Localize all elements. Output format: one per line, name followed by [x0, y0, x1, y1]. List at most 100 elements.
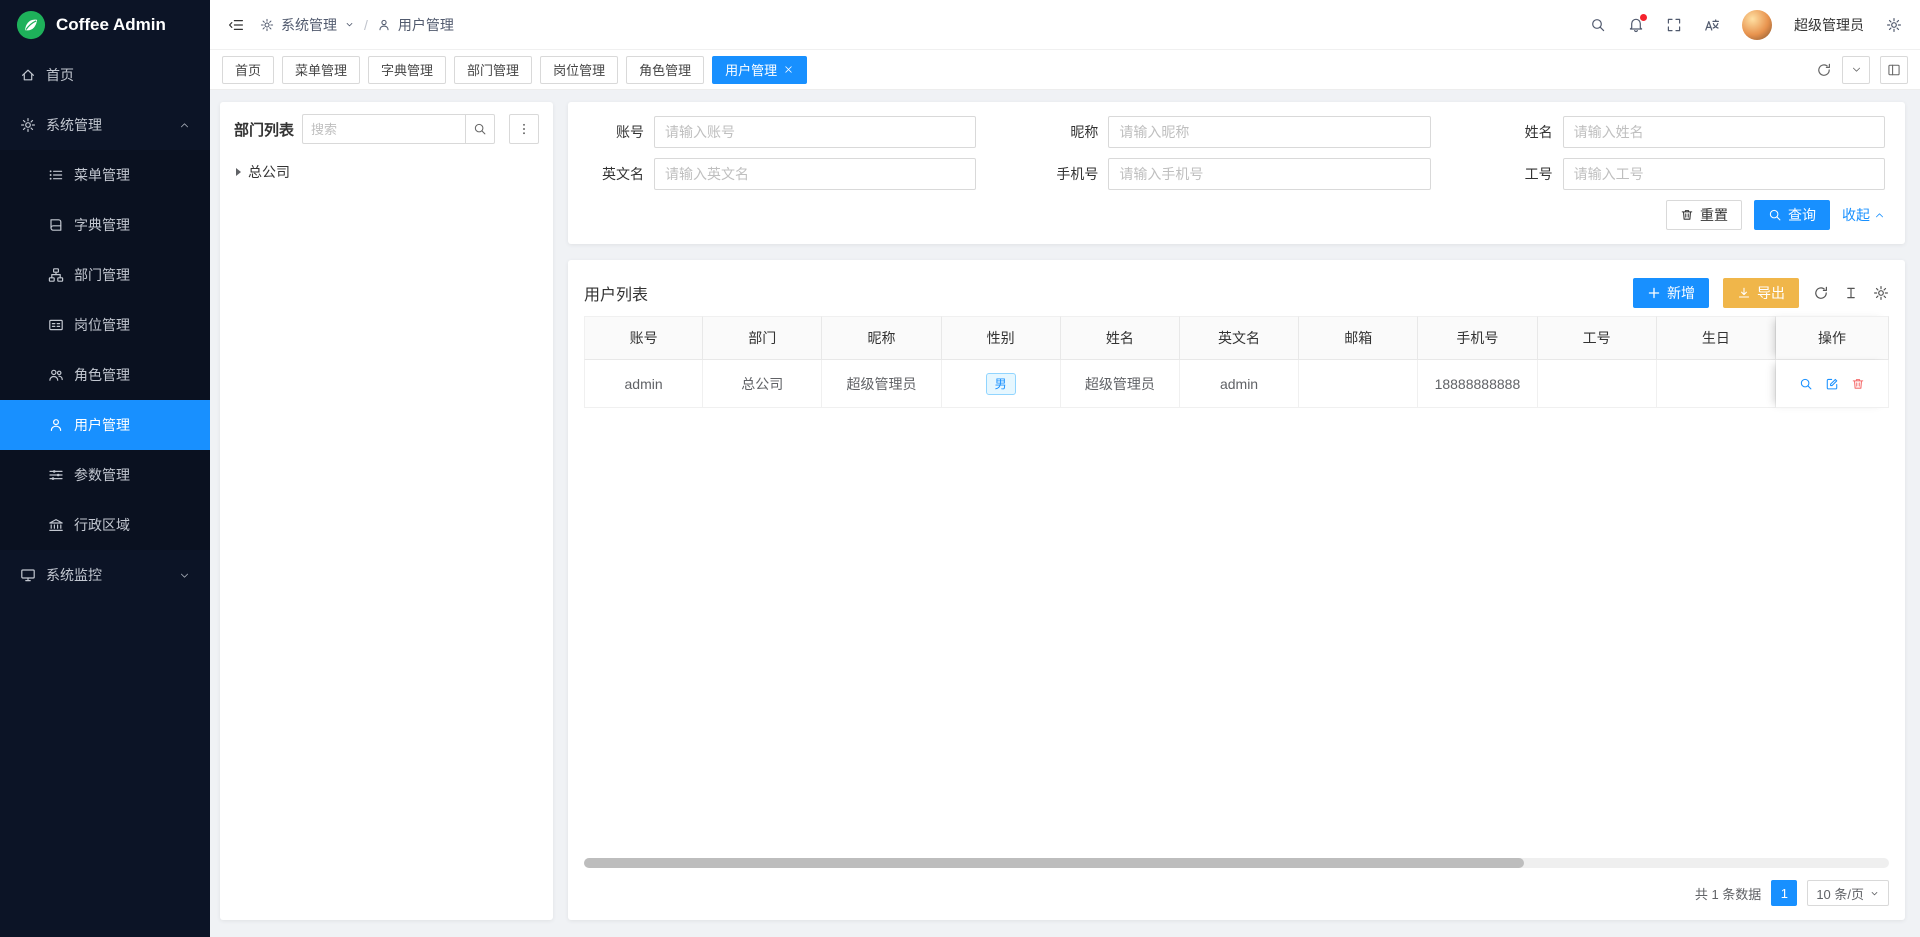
cell-phone: 18888888888: [1418, 360, 1537, 408]
chevron-up-icon: [179, 120, 190, 131]
tab-dict-management[interactable]: 字典管理: [368, 56, 446, 84]
tab-dept-management[interactable]: 部门管理: [454, 56, 532, 84]
cell-birthday: [1657, 360, 1776, 408]
user-icon: [48, 417, 64, 433]
search-icon: [473, 122, 487, 136]
page-number-button[interactable]: 1: [1771, 880, 1797, 906]
tab-label: 首页: [235, 60, 261, 79]
sidebar-item-dept-management[interactable]: 部门管理: [0, 250, 210, 300]
filter-grid: 账号 昵称 姓名 英文名: [582, 116, 1885, 190]
filter-field-work-id: 工号: [1491, 158, 1885, 190]
filter-field-name: 姓名: [1491, 116, 1885, 148]
tab-menu-management[interactable]: 菜单管理: [282, 56, 360, 84]
department-search-input[interactable]: [302, 114, 465, 144]
tab-user-management[interactable]: 用户管理: [712, 56, 807, 84]
refresh-icon[interactable]: [1816, 62, 1832, 78]
edit-icon: [1825, 377, 1839, 391]
sidebar-item-user-management[interactable]: 用户管理: [0, 400, 210, 450]
chevron-down-icon: [179, 570, 190, 581]
notification-button[interactable]: [1628, 17, 1644, 33]
nickname-input[interactable]: [1108, 116, 1430, 148]
translate-icon[interactable]: [1704, 17, 1720, 33]
reset-button-label: 重置: [1700, 205, 1728, 225]
table-row: admin 总公司 超级管理员 男 超级管理员 admin 1888888888…: [584, 360, 1889, 408]
sidebar-item-menu-management[interactable]: 菜单管理: [0, 150, 210, 200]
table-density-button[interactable]: [1843, 285, 1859, 301]
sidebar-group-system[interactable]: 系统管理: [0, 100, 210, 150]
tree-node-label: 总公司: [248, 162, 290, 182]
reset-button[interactable]: 重置: [1666, 200, 1742, 230]
sidebar-item-dict-management[interactable]: 字典管理: [0, 200, 210, 250]
col-header-operation: 操作: [1776, 316, 1889, 360]
chevron-up-icon: [1874, 210, 1885, 221]
pagination-total: 共 1 条数据: [1695, 884, 1761, 903]
user-icon: [377, 18, 391, 32]
sidebar-group-monitor[interactable]: 系统监控: [0, 550, 210, 600]
tabs-dropdown-button[interactable]: [1842, 56, 1870, 84]
search-icon[interactable]: [1590, 17, 1606, 33]
tree-node-root[interactable]: 总公司: [234, 160, 539, 184]
caret-right-icon[interactable]: [236, 168, 241, 176]
tab-label: 字典管理: [381, 60, 433, 79]
tab-home[interactable]: 首页: [222, 56, 274, 84]
settings-gear-icon[interactable]: [1886, 17, 1902, 33]
fullscreen-icon[interactable]: [1666, 17, 1682, 33]
filter-field-english-name: 英文名: [582, 158, 976, 190]
department-more-button[interactable]: [509, 114, 539, 144]
work-id-input[interactable]: [1563, 158, 1885, 190]
field-label: 英文名: [582, 164, 644, 184]
sidebar-item-role-management[interactable]: 角色管理: [0, 350, 210, 400]
sidebar-item-label: 部门管理: [74, 265, 130, 285]
collapse-filter-link[interactable]: 收起: [1842, 205, 1885, 225]
table-header-row: 账号 部门 昵称 性别 姓名 英文名 邮箱 手机号 工号 生日: [584, 316, 1889, 360]
current-username[interactable]: 超级管理员: [1794, 15, 1864, 35]
add-button-label: 新增: [1667, 283, 1695, 303]
sidebar-item-admin-region[interactable]: 行政区域: [0, 500, 210, 550]
sidebar-item-param-management[interactable]: 参数管理: [0, 450, 210, 500]
account-input[interactable]: [654, 116, 976, 148]
user-avatar[interactable]: [1742, 10, 1772, 40]
sliders-icon: [48, 467, 64, 483]
name-input[interactable]: [1563, 116, 1885, 148]
table-refresh-button[interactable]: [1813, 285, 1829, 301]
bank-icon: [48, 517, 64, 533]
table-settings-button[interactable]: [1873, 285, 1889, 301]
edit-row-button[interactable]: [1825, 377, 1839, 391]
cell-english-name: admin: [1180, 360, 1299, 408]
team-icon: [48, 367, 64, 383]
right-column: 账号 昵称 姓名 英文名: [568, 102, 1905, 920]
chevron-down-icon: [1869, 888, 1880, 899]
export-button[interactable]: 导出: [1723, 278, 1799, 308]
page-size-label: 10 条/页: [1816, 884, 1864, 903]
close-icon[interactable]: [783, 64, 794, 75]
sidebar-menu: 首页 系统管理 菜单管理 字典管理 部门管理: [0, 50, 210, 937]
english-name-input[interactable]: [654, 158, 976, 190]
sidebar-item-label: 角色管理: [74, 365, 130, 385]
scrollbar-thumb[interactable]: [584, 858, 1524, 868]
col-header-department: 部门: [703, 316, 822, 360]
coffee-logo-icon: [16, 10, 46, 40]
search-button[interactable]: 查询: [1754, 200, 1830, 230]
department-tree: 总公司: [234, 160, 539, 184]
sidebar-item-label: 用户管理: [74, 415, 130, 435]
tab-post-management[interactable]: 岗位管理: [540, 56, 618, 84]
sidebar-submenu-system: 菜单管理 字典管理 部门管理 岗位管理 角色管理: [0, 150, 210, 550]
trash-icon: [1851, 377, 1865, 391]
sidebar-item-home[interactable]: 首页: [0, 50, 210, 100]
delete-row-button[interactable]: [1851, 377, 1865, 391]
cell-department: 总公司: [703, 360, 822, 408]
view-row-button[interactable]: [1799, 377, 1813, 391]
collapse-menu-icon[interactable]: [228, 17, 244, 33]
gear-icon: [260, 18, 274, 32]
page-tabs-bar: 首页 菜单管理 字典管理 部门管理 岗位管理 角色管理 用户管理: [210, 50, 1920, 90]
filter-field-account: 账号: [582, 116, 976, 148]
phone-input[interactable]: [1108, 158, 1430, 190]
add-user-button[interactable]: 新增: [1633, 278, 1709, 308]
layout-toggle-button[interactable]: [1880, 56, 1908, 84]
page-size-select[interactable]: 10 条/页: [1807, 880, 1889, 906]
sidebar-item-label: 行政区域: [74, 515, 130, 535]
department-search-button[interactable]: [465, 114, 495, 144]
tab-role-management[interactable]: 角色管理: [626, 56, 704, 84]
sidebar-item-post-management[interactable]: 岗位管理: [0, 300, 210, 350]
breadcrumb-item-system[interactable]: 系统管理: [281, 15, 337, 35]
